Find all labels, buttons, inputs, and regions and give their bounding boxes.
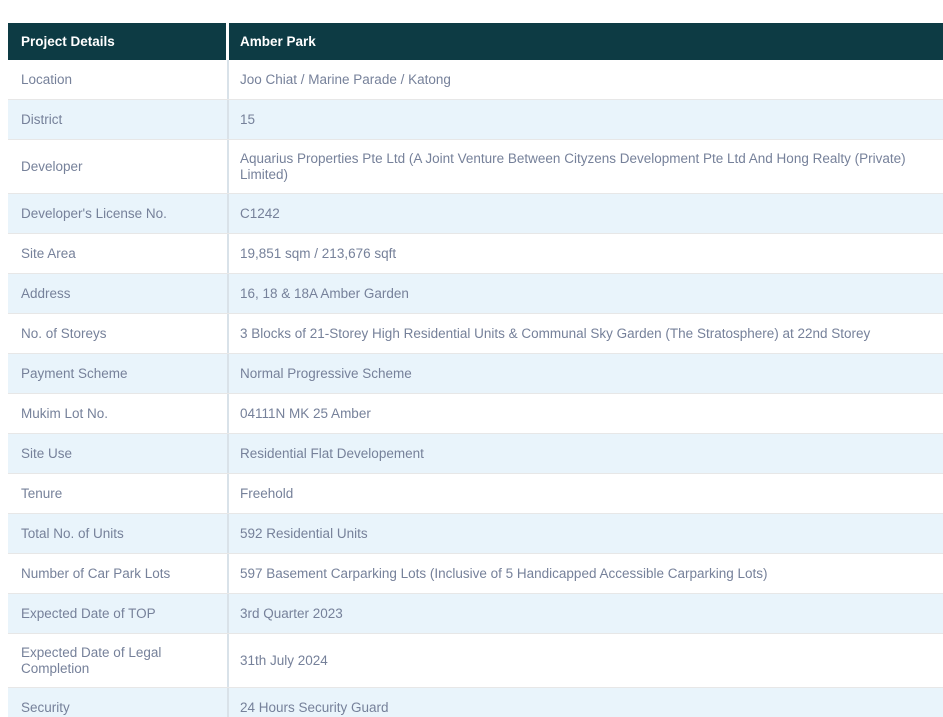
table-row: Location Joo Chiat / Marine Parade / Kat… xyxy=(8,60,943,99)
row-value: 597 Basement Carparking Lots (Inclusive … xyxy=(229,554,943,593)
row-label: Address xyxy=(8,274,229,313)
row-label: Mukim Lot No. xyxy=(8,394,229,433)
row-value: 31th July 2024 xyxy=(229,634,943,687)
row-label: Total No. of Units xyxy=(8,514,229,553)
row-value: Aquarius Properties Pte Ltd (A Joint Ven… xyxy=(229,140,943,193)
row-label: Expected Date of TOP xyxy=(8,594,229,633)
table-row: Site Area 19,851 sqm / 213,676 sqft xyxy=(8,233,943,273)
row-value: C1242 xyxy=(229,194,943,233)
row-label: District xyxy=(8,100,229,139)
table-body: Location Joo Chiat / Marine Parade / Kat… xyxy=(8,60,943,717)
row-value: Joo Chiat / Marine Parade / Katong xyxy=(229,60,943,99)
table-row: Address 16, 18 & 18A Amber Garden xyxy=(8,273,943,313)
row-value: Residential Flat Developement xyxy=(229,434,943,473)
row-label: Tenure xyxy=(8,474,229,513)
row-label: Expected Date of Legal Completion xyxy=(8,634,229,687)
table-row: District 15 xyxy=(8,99,943,139)
header-project-details: Project Details xyxy=(8,23,229,60)
row-value: Freehold xyxy=(229,474,943,513)
table-row: Mukim Lot No. 04111N MK 25 Amber xyxy=(8,393,943,433)
page: Project Details Amber Park Location Joo … xyxy=(0,0,943,717)
row-label: Site Use xyxy=(8,434,229,473)
row-label: Location xyxy=(8,60,229,99)
row-label: Developer xyxy=(8,140,229,193)
table-row: No. of Storeys 3 Blocks of 21-Storey Hig… xyxy=(8,313,943,353)
row-value: 24 Hours Security Guard xyxy=(229,688,943,717)
row-label: No. of Storeys xyxy=(8,314,229,353)
table-row: Expected Date of TOP 3rd Quarter 2023 xyxy=(8,593,943,633)
row-label: Site Area xyxy=(8,234,229,273)
table-row: Expected Date of Legal Completion 31th J… xyxy=(8,633,943,687)
row-value: 3 Blocks of 21-Storey High Residential U… xyxy=(229,314,943,353)
table-row: Security 24 Hours Security Guard xyxy=(8,687,943,717)
table-row: Payment Scheme Normal Progressive Scheme xyxy=(8,353,943,393)
row-value: 15 xyxy=(229,100,943,139)
project-details-table: Project Details Amber Park Location Joo … xyxy=(8,23,943,717)
table-row: Number of Car Park Lots 597 Basement Car… xyxy=(8,553,943,593)
row-value: Normal Progressive Scheme xyxy=(229,354,943,393)
row-label: Security xyxy=(8,688,229,717)
header-project-name: Amber Park xyxy=(229,23,943,60)
row-value: 16, 18 & 18A Amber Garden xyxy=(229,274,943,313)
table-row: Tenure Freehold xyxy=(8,473,943,513)
table-row: Site Use Residential Flat Developement xyxy=(8,433,943,473)
row-label: Number of Car Park Lots xyxy=(8,554,229,593)
table-row: Developer's License No. C1242 xyxy=(8,193,943,233)
row-value: 592 Residential Units xyxy=(229,514,943,553)
table-row: Developer Aquarius Properties Pte Ltd (A… xyxy=(8,139,943,193)
row-value: 19,851 sqm / 213,676 sqft xyxy=(229,234,943,273)
row-value: 3rd Quarter 2023 xyxy=(229,594,943,633)
table-row: Total No. of Units 592 Residential Units xyxy=(8,513,943,553)
row-label: Payment Scheme xyxy=(8,354,229,393)
row-value: 04111N MK 25 Amber xyxy=(229,394,943,433)
table-header-row: Project Details Amber Park xyxy=(8,23,943,60)
row-label: Developer's License No. xyxy=(8,194,229,233)
